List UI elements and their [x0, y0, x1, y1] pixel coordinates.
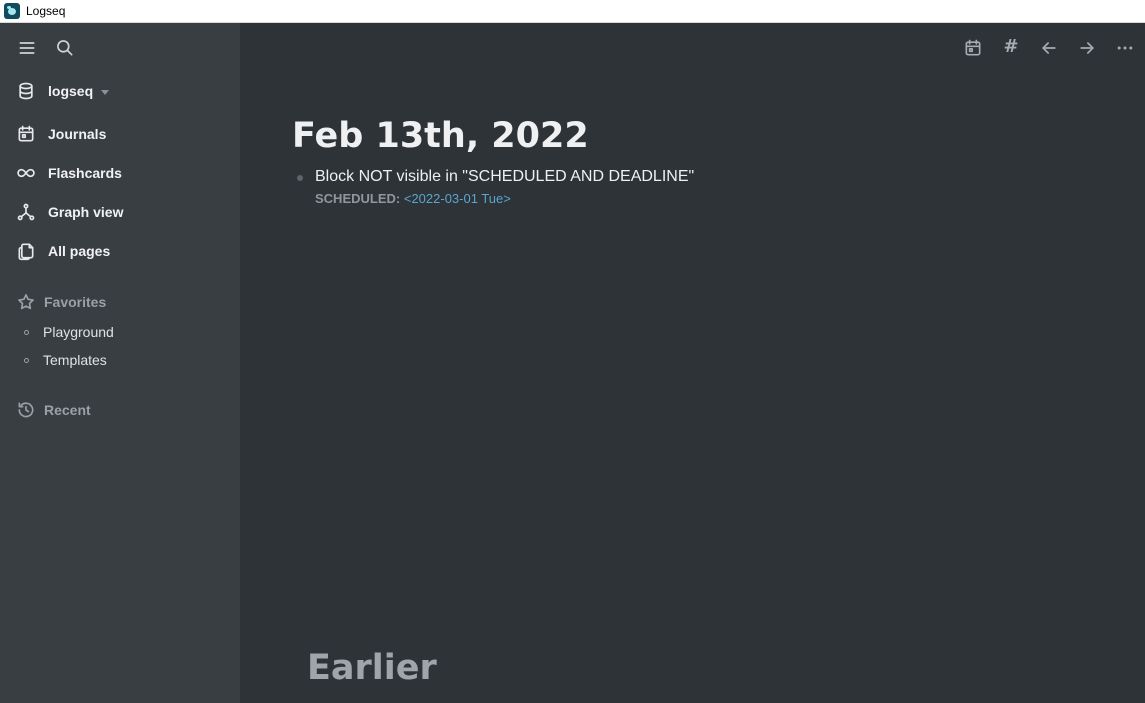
history-icon — [16, 400, 36, 420]
arrow-left-icon[interactable] — [1037, 36, 1061, 60]
search-icon[interactable] — [53, 36, 77, 60]
scheduled-date-link[interactable]: <2022-03-01 Tue> — [404, 191, 511, 206]
favorite-item-playground[interactable]: Playground — [24, 322, 114, 342]
calendar-icon — [16, 124, 36, 144]
sidebar-item-graph-view[interactable]: Graph view — [16, 200, 123, 224]
graph-icon — [16, 202, 36, 222]
journal-page-title[interactable]: Feb 13th, 2022 — [292, 116, 589, 156]
bullet-icon — [24, 357, 29, 363]
earlier-heading: Earlier — [307, 648, 437, 688]
favorites-label: Favorites — [44, 294, 107, 310]
database-icon — [16, 81, 36, 101]
favorites-header[interactable]: Favorites — [16, 291, 106, 313]
recent-header[interactable]: Recent — [16, 399, 91, 421]
sidebar-item-journals[interactable]: Journals — [16, 122, 106, 146]
main-content: # Feb 13th, 2022 Block NOT visible in "S… — [240, 23, 1145, 703]
window-titlebar: Logseq — [0, 0, 1145, 23]
sidebar-item-label: Journals — [48, 126, 107, 142]
recent-label: Recent — [44, 402, 91, 418]
block-content: Block NOT visible in "SCHEDULED AND DEAD… — [315, 166, 694, 209]
sidebar-item-label: Graph view — [48, 204, 124, 220]
calendar-icon[interactable] — [961, 36, 985, 60]
arrow-right-icon[interactable] — [1075, 36, 1099, 60]
infinity-icon — [16, 163, 36, 183]
caret-down-icon — [101, 89, 110, 95]
scheduled-label: SCHEDULED: — [315, 191, 401, 206]
left-sidebar: logseq Journals Flashcards Graph view Al… — [0, 23, 240, 703]
sidebar-item-flashcards[interactable]: Flashcards — [16, 161, 122, 185]
menu-icon[interactable] — [15, 36, 39, 60]
journal-block: Block NOT visible in "SCHEDULED AND DEAD… — [297, 166, 694, 209]
hash-glyph: # — [1003, 35, 1019, 57]
favorite-item-templates[interactable]: Templates — [24, 350, 107, 370]
window-title: Logseq — [26, 4, 66, 18]
favorite-label: Templates — [43, 352, 107, 368]
favorite-label: Playground — [43, 324, 114, 340]
sidebar-item-label: Flashcards — [48, 165, 122, 181]
more-icon[interactable] — [1113, 36, 1137, 60]
hash-icon[interactable]: # — [999, 34, 1023, 58]
logseq-app-icon — [4, 3, 20, 19]
block-bullet-icon[interactable] — [297, 175, 303, 181]
pages-icon — [16, 241, 36, 261]
graph-selector[interactable]: logseq — [16, 79, 110, 103]
sidebar-item-label: All pages — [48, 243, 111, 259]
scheduled-row: SCHEDULED: <2022-03-01 Tue> — [315, 189, 694, 209]
sidebar-item-all-pages[interactable]: All pages — [16, 239, 110, 263]
star-icon — [16, 292, 36, 312]
bullet-icon — [24, 329, 29, 335]
block-text[interactable]: Block NOT visible in "SCHEDULED AND DEAD… — [315, 166, 694, 188]
graph-name: logseq — [48, 83, 94, 99]
